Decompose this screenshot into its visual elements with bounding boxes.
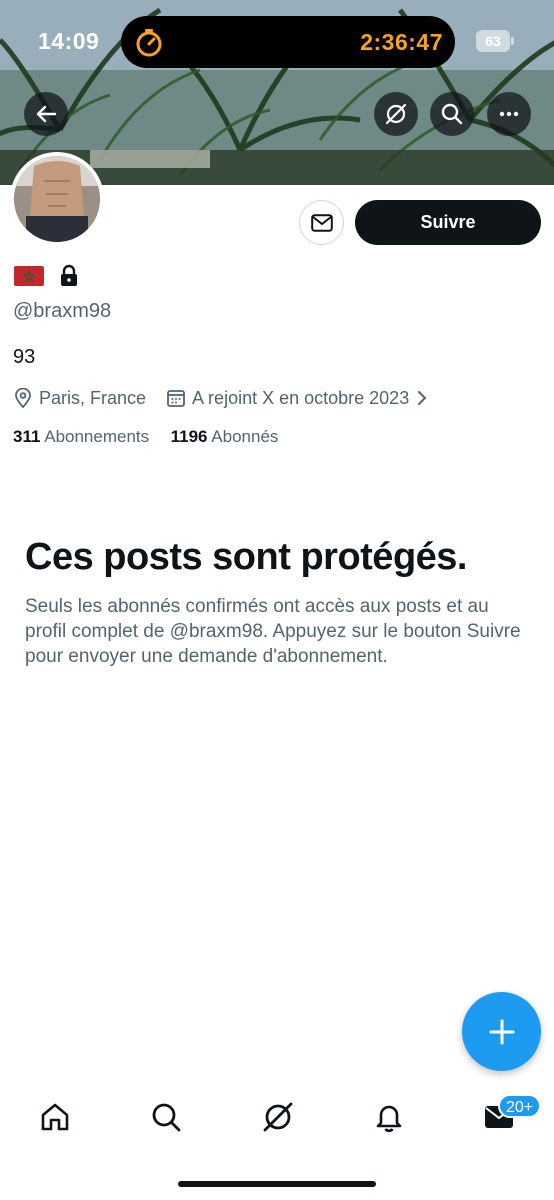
messages-badge: 20+: [498, 1094, 542, 1118]
profile-joined[interactable]: A rejoint X en octobre 2023: [192, 388, 409, 409]
following-count: 311: [13, 427, 41, 446]
grok-icon: [385, 103, 407, 125]
more-button[interactable]: [487, 92, 531, 136]
back-arrow-icon: [36, 105, 57, 123]
following-link[interactable]: 311 Abonnements: [13, 427, 149, 446]
dynamic-island[interactable]: 2:36:47: [121, 16, 455, 68]
avatar[interactable]: [10, 152, 104, 246]
following-label: Abonnements: [44, 427, 150, 446]
tab-search[interactable]: [143, 1094, 189, 1140]
search-button[interactable]: [430, 92, 474, 136]
calendar-icon: [167, 390, 185, 407]
follow-stats: 311 Abonnements 1196 Abonnés: [13, 427, 278, 447]
compose-button[interactable]: [462, 992, 541, 1071]
profile-bio: 93: [13, 346, 36, 368]
battery-cap: [511, 37, 514, 45]
message-button[interactable]: [299, 200, 344, 245]
status-time: 14:09: [38, 28, 100, 54]
search-icon: [152, 1103, 181, 1132]
grok-button[interactable]: [374, 92, 418, 136]
followers-label: Abonnés: [211, 427, 279, 446]
tab-grok[interactable]: [255, 1094, 301, 1140]
notifications-icon: [376, 1105, 402, 1133]
followers-count: 1196: [170, 427, 208, 446]
search-icon: [441, 103, 463, 125]
profile-location: Paris, France: [39, 387, 147, 408]
plus-icon: [489, 1019, 514, 1044]
home-icon: [41, 1103, 69, 1131]
lock-icon: [61, 264, 77, 286]
morocco-flag: [14, 266, 44, 286]
stopwatch-icon: [136, 29, 162, 57]
battery-icon: 63: [476, 30, 510, 52]
tab-home[interactable]: [32, 1094, 78, 1140]
home-indicator[interactable]: [178, 1181, 376, 1187]
tab-notifications[interactable]: [366, 1094, 412, 1140]
flag-star-icon: [23, 270, 35, 282]
followers-link[interactable]: 1196 Abonnés: [171, 427, 279, 446]
chevron-right-icon[interactable]: [415, 389, 429, 407]
more-icon: [499, 111, 519, 117]
back-button[interactable]: [24, 92, 68, 136]
follow-button[interactable]: Suivre: [355, 200, 541, 245]
location-icon: [15, 388, 31, 408]
grok-icon: [263, 1102, 293, 1132]
avatar-photo: [14, 156, 100, 242]
profile-handle: @braxm98: [13, 300, 112, 322]
protected-message: Seuls les abonnés confirmés ont accès au…: [25, 596, 521, 667]
timer-readout: 2:36:47: [360, 29, 443, 55]
protected-title: Ces posts sont protégés.: [25, 536, 467, 578]
envelope-icon: [310, 213, 333, 232]
profile-meta: Paris, France A rejoint X en octobre 202…: [13, 386, 429, 410]
